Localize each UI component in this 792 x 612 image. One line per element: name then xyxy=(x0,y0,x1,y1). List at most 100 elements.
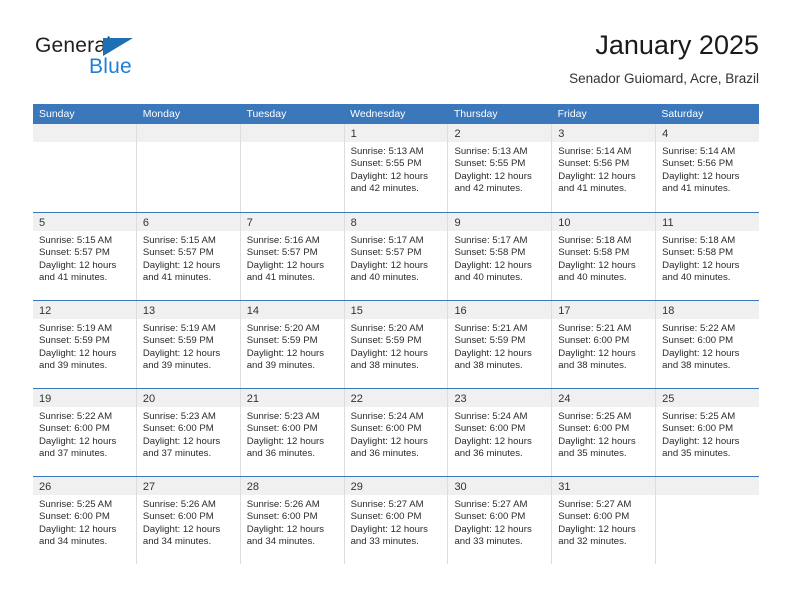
day-number: 1 xyxy=(350,128,357,140)
day-number-band: 24 xyxy=(552,389,656,407)
day-cell[interactable]: 28 Sunrise: 5:26 AM Sunset: 6:00 PM Dayligh… xyxy=(240,477,345,564)
sunrise-text: Sunrise: 5:14 AM xyxy=(662,146,736,157)
general-blue-logo[interactable]: General Blue xyxy=(35,34,215,92)
day-cell[interactable]: 1 Sunrise: 5:13 AM Sunset: 5:55 PM Daylight… xyxy=(344,124,449,212)
day-number: 13 xyxy=(142,305,156,317)
day-details: Sunrise: 5:18 AM Sunset: 5:58 PM Daylight:… xyxy=(656,231,759,285)
day-number: 27 xyxy=(142,481,156,493)
day-details: Sunrise: 5:20 AM Sunset: 5:59 PM Daylight:… xyxy=(345,319,448,373)
day-number-band: 15 xyxy=(344,301,448,319)
day-cell[interactable]: 26 Sunrise: 5:25 AM Sunset: 6:00 PM Dayligh… xyxy=(33,477,137,564)
daylight-text-line1: Daylight: 12 hours xyxy=(350,435,428,447)
day-details: Sunrise: 5:21 AM Sunset: 5:59 PM Daylight:… xyxy=(448,319,551,373)
sunset-text: Sunset: 6:00 PM xyxy=(246,511,318,523)
sunrise-text: Sunrise: 5:27 AM xyxy=(454,499,528,510)
day-details: Sunrise: 5:17 AM Sunset: 5:58 PM Daylight:… xyxy=(448,231,551,285)
day-details: Sunrise: 5:19 AM Sunset: 5:59 PM Daylight:… xyxy=(137,319,240,373)
day-details: Sunrise: 5:14 AM Sunset: 5:56 PM Daylight:… xyxy=(656,142,759,196)
day-cell[interactable]: 18 Sunrise: 5:22 AM Sunset: 6:00 PM Dayligh… xyxy=(656,301,760,388)
day-cell[interactable]: 16 Sunrise: 5:21 AM Sunset: 5:59 PM Dayligh… xyxy=(448,301,553,388)
day-details: Sunrise: 5:25 AM Sunset: 6:00 PM Daylight:… xyxy=(33,495,136,549)
sunset-text: Sunset: 6:00 PM xyxy=(246,423,318,435)
day-cell[interactable]: 19 Sunrise: 5:22 AM Sunset: 6:00 PM Dayligh… xyxy=(33,389,137,476)
daylight-text-line2: and 36 minutes. xyxy=(246,448,315,460)
daylight-text-line2: and 34 minutes. xyxy=(39,536,108,548)
day-number: 6 xyxy=(142,217,149,229)
day-details: Sunrise: 5:27 AM Sunset: 6:00 PM Daylight:… xyxy=(552,495,655,549)
daylight-text-line2: and 39 minutes. xyxy=(142,360,212,372)
daylight-text-line1: Daylight: 12 hours xyxy=(454,170,532,182)
day-cell[interactable]: 23 Sunrise: 5:24 AM Sunset: 6:00 PM Dayligh… xyxy=(448,389,553,476)
daylight-text-line2: and 37 minutes. xyxy=(142,448,212,460)
daylight-text-line2: and 34 minutes. xyxy=(142,536,212,548)
daylight-text-line1: Daylight: 12 hours xyxy=(558,170,636,182)
day-cell[interactable]: 2 Sunrise: 5:13 AM Sunset: 5:55 PM Daylight… xyxy=(448,124,553,212)
daylight-text-line2: and 41 minutes. xyxy=(39,272,108,284)
day-cell[interactable]: 11 Sunrise: 5:18 AM Sunset: 5:58 PM Dayligh… xyxy=(656,213,760,300)
calendar-page: General Blue January 2025 Senador Guioma… xyxy=(0,0,792,612)
daylight-text-line2: and 40 minutes. xyxy=(454,272,523,284)
day-cell[interactable]: 31 Sunrise: 5:27 AM Sunset: 6:00 PM Dayligh… xyxy=(552,477,657,564)
day-number: 31 xyxy=(558,481,571,493)
day-cell[interactable]: 4 Sunrise: 5:14 AM Sunset: 5:56 PM Daylight… xyxy=(656,124,760,212)
day-number: 9 xyxy=(454,217,461,229)
sunrise-text: Sunrise: 5:26 AM xyxy=(246,499,320,510)
day-number-band: 21 xyxy=(240,389,344,407)
day-number-band: 28 xyxy=(240,477,344,495)
sunrise-text: Sunrise: 5:23 AM xyxy=(246,411,320,422)
day-number: 12 xyxy=(39,305,52,317)
daylight-text-line2: and 41 minutes. xyxy=(558,183,627,195)
sunrise-text: Sunrise: 5:18 AM xyxy=(558,235,632,246)
daylight-text-line1: Daylight: 12 hours xyxy=(558,347,636,359)
day-cell[interactable]: 10 Sunrise: 5:18 AM Sunset: 5:58 PM Dayligh… xyxy=(552,213,657,300)
weekday-header-sunday: Sunday xyxy=(39,108,75,120)
day-cell[interactable]: 12 Sunrise: 5:19 AM Sunset: 5:59 PM Dayligh… xyxy=(33,301,137,388)
day-number-band: 22 xyxy=(344,389,448,407)
day-cell[interactable]: 24 Sunrise: 5:25 AM Sunset: 6:00 PM Dayligh… xyxy=(552,389,657,476)
daylight-text-line2: and 38 minutes. xyxy=(662,360,731,372)
day-cell[interactable]: 20 Sunrise: 5:23 AM Sunset: 6:00 PM Dayligh… xyxy=(136,389,241,476)
day-details: Sunrise: 5:26 AM Sunset: 6:00 PM Daylight:… xyxy=(241,495,344,549)
daylight-text-line2: and 37 minutes. xyxy=(39,448,108,460)
sunrise-text: Sunrise: 5:23 AM xyxy=(142,411,216,422)
sunset-text: Sunset: 6:00 PM xyxy=(558,423,630,435)
day-cell[interactable]: 13 Sunrise: 5:19 AM Sunset: 5:59 PM Dayligh… xyxy=(136,301,241,388)
day-cell[interactable]: 22 Sunrise: 5:24 AM Sunset: 6:00 PM Dayligh… xyxy=(344,389,449,476)
sunset-text: Sunset: 5:56 PM xyxy=(662,158,734,170)
day-cell[interactable]: 15 Sunrise: 5:20 AM Sunset: 5:59 PM Dayligh… xyxy=(344,301,449,388)
calendar-week-row: 26 Sunrise: 5:25 AM Sunset: 6:00 PM Dayligh… xyxy=(33,476,760,564)
day-cell[interactable]: 21 Sunrise: 5:23 AM Sunset: 6:00 PM Dayligh… xyxy=(240,389,345,476)
sunrise-text: Sunrise: 5:13 AM xyxy=(350,146,424,157)
day-number-band: 4 xyxy=(656,124,760,142)
day-cell[interactable]: 27 Sunrise: 5:26 AM Sunset: 6:00 PM Dayligh… xyxy=(136,477,241,564)
page-header: General Blue January 2025 Senador Guioma… xyxy=(33,28,759,98)
day-cell[interactable]: 30 Sunrise: 5:27 AM Sunset: 6:00 PM Dayligh… xyxy=(448,477,553,564)
weekday-header-row: Sunday Monday Tuesday Wednesday Thursday… xyxy=(33,104,759,124)
day-cell[interactable]: 3 Sunrise: 5:14 AM Sunset: 5:56 PM Daylight… xyxy=(552,124,657,212)
day-cell[interactable]: 8 Sunrise: 5:17 AM Sunset: 5:57 PM Daylight… xyxy=(344,213,449,300)
day-cell[interactable]: 5 Sunrise: 5:15 AM Sunset: 5:57 PM Daylight… xyxy=(33,213,137,300)
day-details: Sunrise: 5:27 AM Sunset: 6:00 PM Daylight:… xyxy=(345,495,448,549)
day-cell[interactable]: 14 Sunrise: 5:20 AM Sunset: 5:59 PM Dayligh… xyxy=(240,301,345,388)
daylight-text-line2: and 33 minutes. xyxy=(454,536,523,548)
day-cell[interactable]: 6 Sunrise: 5:15 AM Sunset: 5:57 PM Daylight… xyxy=(136,213,241,300)
day-cell[interactable]: 29 Sunrise: 5:27 AM Sunset: 6:00 PM Dayligh… xyxy=(344,477,449,564)
sunset-text: Sunset: 6:00 PM xyxy=(350,423,422,435)
daylight-text-line1: Daylight: 12 hours xyxy=(454,523,532,535)
sunset-text: Sunset: 6:00 PM xyxy=(662,335,734,347)
day-cell[interactable]: 17 Sunrise: 5:21 AM Sunset: 6:00 PM Dayligh… xyxy=(552,301,657,388)
day-number-band: 3 xyxy=(552,124,656,142)
calendar-grid: Sunday Monday Tuesday Wednesday Thursday… xyxy=(33,104,760,564)
day-cell[interactable]: 7 Sunrise: 5:16 AM Sunset: 5:57 PM Daylight… xyxy=(240,213,345,300)
daylight-text-line2: and 42 minutes. xyxy=(454,183,523,195)
weekday-header-tuesday: Tuesday xyxy=(246,108,287,120)
daylight-text-line2: and 40 minutes. xyxy=(662,272,731,284)
sunset-text: Sunset: 5:59 PM xyxy=(350,335,422,347)
day-number-band: 5 xyxy=(33,213,136,231)
day-details: Sunrise: 5:13 AM Sunset: 5:55 PM Daylight:… xyxy=(345,142,448,196)
day-number-band: 9 xyxy=(448,213,552,231)
calendar-week-row: 5 Sunrise: 5:15 AM Sunset: 5:57 PM Daylight… xyxy=(33,212,760,300)
day-cell[interactable]: 25 Sunrise: 5:25 AM Sunset: 6:00 PM Dayligh… xyxy=(656,389,760,476)
day-cell[interactable]: 9 Sunrise: 5:17 AM Sunset: 5:58 PM Daylight… xyxy=(448,213,553,300)
daylight-text-line2: and 36 minutes. xyxy=(350,448,419,460)
